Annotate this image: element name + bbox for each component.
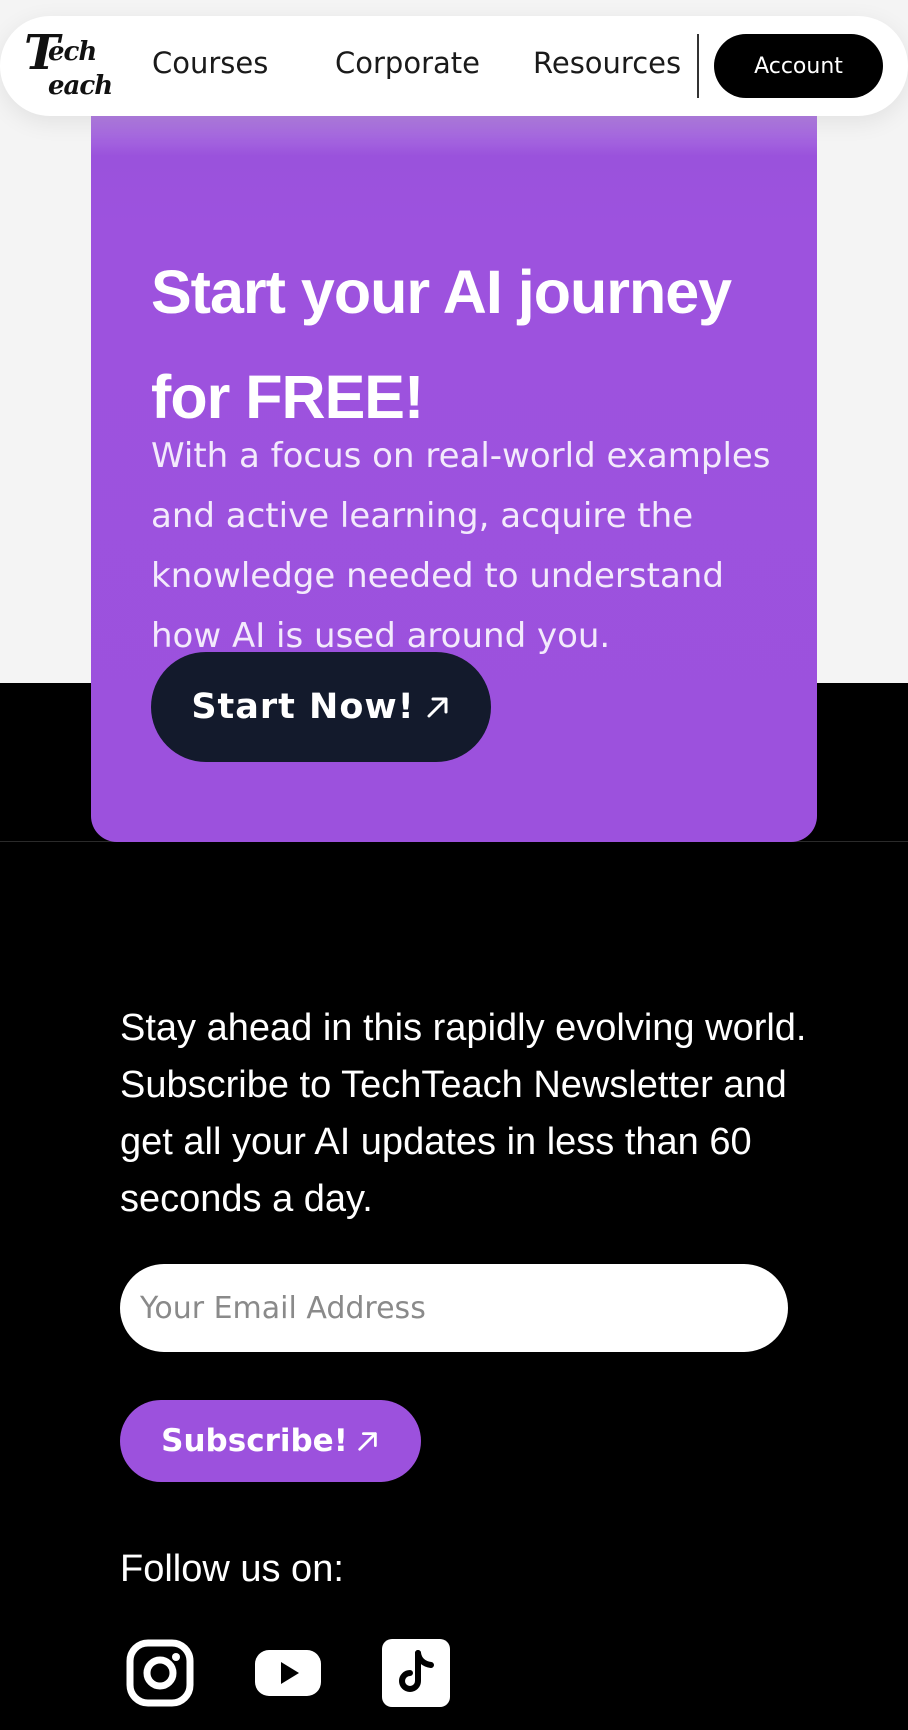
follow-us-label: Follow us on: <box>120 1548 344 1590</box>
nav-corporate-link[interactable]: Corporate <box>335 46 480 80</box>
logo-word-ech: ech <box>48 37 97 67</box>
hero-description: With a focus on real-world examples and … <box>151 436 771 656</box>
tiktok-icon <box>382 1639 450 1707</box>
youtube-link[interactable] <box>253 1638 323 1708</box>
subscribe-button[interactable]: Subscribe! <box>120 1400 421 1482</box>
arrow-up-right-icon <box>358 1432 377 1451</box>
techteach-logo[interactable]: Tech each <box>24 25 113 101</box>
hero-title: Start your AI journey for FREE! <box>151 258 732 431</box>
nav-resources-link[interactable]: Resources <box>533 46 681 80</box>
logo-word-each: each <box>48 71 113 101</box>
nav-courses-link[interactable]: Courses <box>152 46 268 80</box>
start-now-button[interactable]: Start Now! <box>151 652 491 762</box>
newsletter-description: Stay ahead in this rapidly evolving worl… <box>120 1007 807 1220</box>
instagram-link[interactable] <box>125 1638 195 1708</box>
tiktok-link[interactable] <box>381 1638 451 1708</box>
nav-divider <box>697 34 699 98</box>
instagram-icon <box>126 1639 194 1707</box>
arrow-up-right-icon <box>427 697 448 718</box>
account-button[interactable]: Account <box>714 34 883 98</box>
navbar: Tech each Courses Corporate Resources Ac… <box>0 16 908 116</box>
youtube-icon <box>255 1650 321 1696</box>
subscribe-label: Subscribe! <box>161 1423 348 1459</box>
hero-card: Start your AI journey for FREE! With a f… <box>91 76 817 842</box>
start-now-label: Start Now! <box>191 687 415 727</box>
email-input[interactable] <box>120 1264 788 1352</box>
